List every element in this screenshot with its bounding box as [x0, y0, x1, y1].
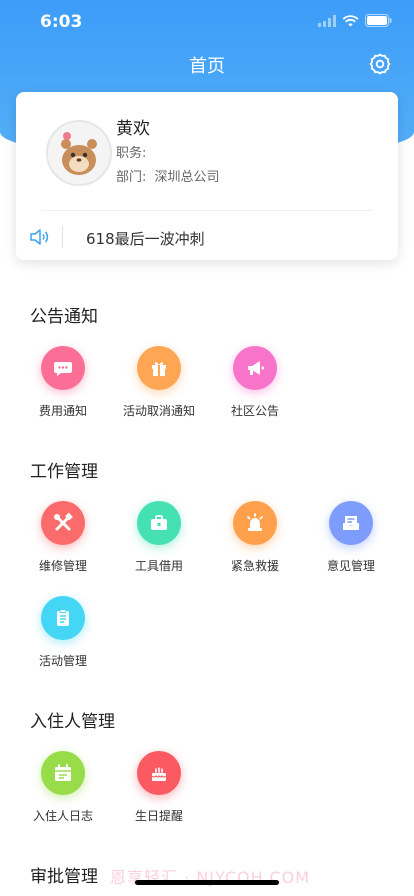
menu-item-resident-log[interactable]: 入住人日志 — [19, 751, 107, 841]
menu-item-tool-borrow[interactable]: 工具借用 — [115, 501, 203, 591]
menu-item-repair[interactable]: 维修管理 — [19, 501, 107, 591]
menu-item-feedback[interactable]: 意见管理 — [307, 501, 395, 591]
section-title-residents: 入住人管理 — [30, 712, 115, 732]
menu-item-fee-notice[interactable]: 费用通知 — [19, 346, 107, 436]
menu-item-label: 社区公告 — [230, 404, 279, 418]
menu-item-community-notice[interactable]: 社区公告 — [211, 346, 299, 436]
status-time: 6:03 — [40, 12, 83, 32]
clipboard-icon — [41, 596, 85, 640]
menu-item-label: 生日提醒 — [134, 809, 183, 823]
menu-item-label: 工具借用 — [134, 559, 183, 573]
battery-icon — [365, 14, 392, 27]
gift-icon — [137, 346, 181, 390]
menu-item-birthday[interactable]: 生日提醒 — [115, 751, 203, 841]
menu-item-label: 活动管理 — [38, 654, 87, 668]
tools-icon — [41, 501, 85, 545]
menu-item-label: 意见管理 — [326, 559, 375, 573]
avatar[interactable] — [46, 120, 112, 186]
menu-item-label: 活动取消通知 — [122, 404, 195, 418]
home-indicator — [135, 880, 279, 885]
wifi-icon — [342, 14, 359, 26]
section-title-notices: 公告通知 — [30, 307, 98, 327]
speaker-icon — [30, 229, 49, 245]
menu-item-label: 维修管理 — [38, 559, 87, 573]
chat-icon — [41, 346, 85, 390]
announcement-text[interactable]: 618最后一波冲刺 — [86, 228, 205, 249]
menu-item-label: 紧急救援 — [230, 559, 279, 573]
department-row: 部门: 深圳总公司 — [116, 166, 220, 185]
menu-item-activity-manage[interactable]: 活动管理 — [19, 596, 107, 686]
department-value: 深圳总公司 — [154, 170, 220, 185]
settings-gear-icon[interactable] — [368, 52, 392, 76]
department-label: 部门: — [116, 170, 147, 185]
signal-icon — [318, 14, 336, 27]
calendar-icon — [41, 751, 85, 795]
menu-item-label: 入住人日志 — [32, 809, 93, 823]
menu-item-activity-cancel[interactable]: 活动取消通知 — [115, 346, 203, 436]
role-label: 职务: — [116, 146, 147, 161]
user-name: 黄欢 — [116, 119, 150, 139]
cake-icon — [137, 751, 181, 795]
page-title: 首页 — [189, 56, 225, 77]
profile-card[interactable]: 黄欢 职务: 部门: 深圳总公司 618最后一波冲刺 — [16, 92, 398, 260]
divider — [42, 210, 372, 211]
megaphone-icon — [233, 346, 277, 390]
section-title-approval: 审批管理 — [30, 867, 98, 887]
status-bar: 6:03 — [0, 0, 414, 44]
section-title-work: 工作管理 — [30, 462, 98, 482]
siren-icon — [233, 501, 277, 545]
menu-item-label: 费用通知 — [38, 404, 87, 418]
hamster-avatar-icon — [48, 122, 110, 184]
menu-item-emergency[interactable]: 紧急救援 — [211, 501, 299, 591]
mailbox-icon — [329, 501, 373, 545]
toolbox-icon — [137, 501, 181, 545]
status-icons — [318, 14, 392, 27]
divider — [62, 226, 63, 248]
